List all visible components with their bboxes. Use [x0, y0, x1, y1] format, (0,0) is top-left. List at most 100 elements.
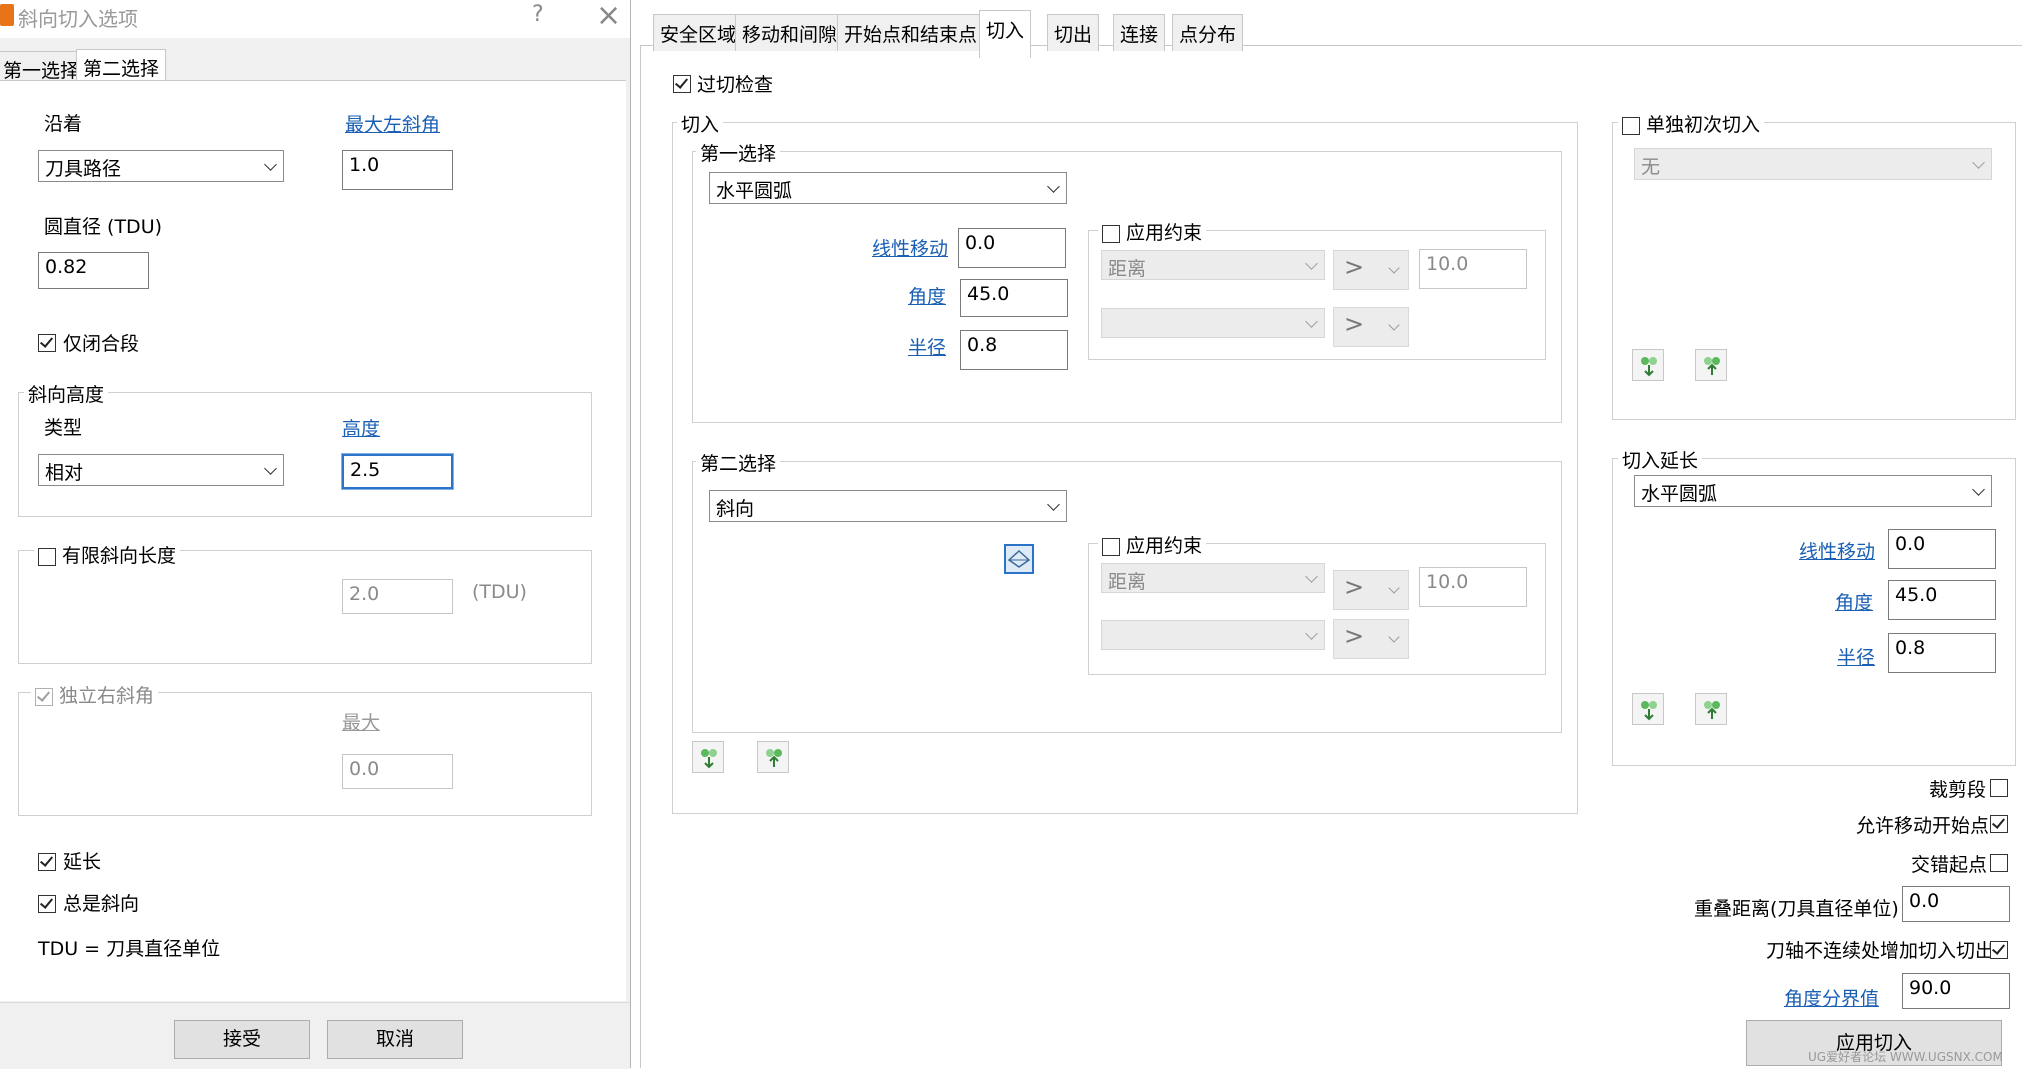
tab-moves-and-gaps[interactable]: 移动和间隙: [735, 14, 845, 51]
extension-linear-move-input[interactable]: 0.0: [1888, 529, 1996, 569]
always-ramp-checkbox[interactable]: [38, 892, 56, 914]
second-apply-constraint-checkbox[interactable]: [1102, 537, 1120, 556]
first-constraint-value-input[interactable]: 10.0: [1419, 249, 1527, 289]
first-choice-type-select[interactable]: 水平圆弧: [709, 172, 1067, 204]
allow-move-start-checkbox[interactable]: [1990, 812, 2008, 834]
extension-radius-input[interactable]: 0.8: [1888, 633, 1996, 673]
separate-first-checkbox[interactable]: [1622, 116, 1640, 135]
second-choice-type-select[interactable]: 斜向: [709, 490, 1067, 522]
second-constraint-type-select[interactable]: 距离: [1101, 563, 1325, 593]
tab-point-distribution[interactable]: 点分布: [1172, 14, 1244, 51]
independent-right-checkbox[interactable]: [35, 687, 53, 706]
separate-first-select[interactable]: 无: [1634, 148, 1992, 180]
second-choice-type-value: 斜向: [716, 498, 755, 520]
first-constraint-op2-select[interactable]: >: [1333, 307, 1409, 347]
radius-link[interactable]: 半径: [908, 333, 946, 360]
second-constraint-type2-select[interactable]: [1101, 620, 1325, 650]
chevron-down-icon: [1305, 570, 1318, 583]
extension-linear-move-link[interactable]: 线性移动: [1799, 537, 1875, 564]
trim-segment-checkbox[interactable]: [1990, 776, 2008, 798]
tab-lead-out[interactable]: 切出: [1047, 14, 1100, 51]
chevron-down-icon: [1047, 180, 1060, 193]
ramp-preview-icon[interactable]: [1004, 544, 1034, 574]
max-left-ramp-link[interactable]: 最大左斜角: [345, 110, 440, 137]
extension-angle-input[interactable]: 45.0: [1888, 580, 1996, 620]
ramp-type-value: 相对: [45, 462, 84, 484]
ramp-height-title: 斜向高度: [24, 380, 109, 407]
trim-segment-label: 裁剪段: [1929, 779, 1987, 801]
dialog-titlebar: 斜向切入选项 ? ×: [0, 0, 630, 38]
gouge-check-label: 过切检查: [697, 74, 774, 96]
circle-diameter-input[interactable]: 0.82: [38, 252, 149, 289]
finite-length-input[interactable]: 2.0: [342, 579, 453, 614]
tab-start-end-points[interactable]: 开始点和结束点: [837, 14, 985, 51]
accept-button[interactable]: 接受: [174, 1020, 310, 1059]
first-constraint-op-select[interactable]: >: [1333, 250, 1409, 290]
extend-checkbox[interactable]: [38, 850, 56, 872]
ramp-type-select[interactable]: 相对: [38, 454, 284, 486]
finite-length-checkbox[interactable]: [38, 547, 56, 566]
close-button[interactable]: ×: [596, 0, 621, 33]
stagger-start-label: 交错起点: [1911, 854, 1988, 876]
finite-length-header: 有限斜向长度: [34, 541, 181, 568]
tab-safe-area[interactable]: 安全区域: [653, 14, 744, 51]
lead-in-title: 切入: [677, 110, 724, 137]
copy-from-first-lead-in-icon[interactable]: [1632, 349, 1664, 381]
extension-type-select[interactable]: 水平圆弧: [1634, 475, 1992, 507]
along-select[interactable]: 刀具路径: [38, 150, 284, 182]
help-button[interactable]: ?: [532, 2, 544, 27]
axis-discontinuity-checkbox[interactable]: [1990, 938, 2008, 960]
extend-label: 延长: [63, 851, 102, 873]
tab-second-choice[interactable]: 第二选择: [76, 49, 167, 84]
first-constraint-type2-select[interactable]: [1101, 308, 1325, 338]
paste-to-extension-icon[interactable]: [1695, 693, 1727, 725]
extension-radius-link[interactable]: 半径: [1837, 643, 1875, 670]
copy-from-extension-icon[interactable]: [1632, 693, 1664, 725]
lead-in-extension-title: 切入延长: [1618, 446, 1703, 473]
first-apply-constraint-checkbox[interactable]: [1102, 224, 1120, 243]
second-constraint-value-input[interactable]: 10.0: [1419, 567, 1527, 607]
chevron-down-icon: [264, 462, 277, 475]
height-link[interactable]: 高度: [342, 414, 380, 441]
along-label: 沿着: [44, 113, 83, 135]
separate-first-label: 单独初次切入: [1646, 114, 1761, 136]
gouge-check-checkbox[interactable]: [673, 72, 691, 94]
chevron-down-icon: [1388, 262, 1400, 274]
overlap-distance-input[interactable]: 0.0: [1902, 886, 2010, 922]
linear-move-link[interactable]: 线性移动: [872, 234, 948, 261]
independent-right-group: [18, 692, 592, 816]
angle-threshold-input[interactable]: 90.0: [1902, 973, 2010, 1009]
separate-first-header: 单独初次切入: [1618, 110, 1765, 137]
max-right-ramp-link[interactable]: 最大: [342, 708, 380, 735]
copy-from-lead-in-icon[interactable]: [692, 741, 724, 773]
paste-to-lead-in-icon[interactable]: [757, 741, 789, 773]
greater-than-icon: >: [1344, 573, 1365, 601]
cancel-button[interactable]: 取消: [327, 1020, 463, 1059]
closed-only-checkbox[interactable]: [38, 331, 56, 353]
angle-link[interactable]: 角度: [908, 282, 946, 309]
radius-input[interactable]: 0.8: [960, 330, 1068, 370]
height-input[interactable]: 2.5: [341, 453, 454, 490]
dialog-title: 斜向切入选项: [18, 7, 138, 31]
paste-to-first-lead-in-icon[interactable]: [1695, 349, 1727, 381]
second-constraint-header: 应用约束: [1098, 531, 1207, 558]
linear-move-input[interactable]: 0.0: [958, 228, 1066, 268]
max-right-ramp-input[interactable]: 0.0: [342, 754, 453, 789]
allow-move-start-label: 允许移动开始点: [1856, 815, 1990, 837]
first-constraint-type-select[interactable]: 距离: [1101, 250, 1325, 280]
stagger-start-checkbox[interactable]: [1990, 851, 2008, 873]
extension-angle-link[interactable]: 角度: [1835, 588, 1873, 615]
chevron-down-icon: [1388, 319, 1400, 331]
tab-lead-in[interactable]: 切入: [979, 10, 1032, 58]
angle-threshold-link[interactable]: 角度分界值: [1784, 984, 1879, 1011]
max-left-ramp-input[interactable]: 1.0: [342, 150, 453, 190]
second-constraint-op2-select[interactable]: >: [1333, 619, 1409, 659]
first-choice-type-value: 水平圆弧: [716, 180, 793, 202]
second-choice-title: 第二选择: [696, 449, 781, 476]
greater-than-icon: >: [1344, 622, 1365, 650]
watermark: UG爱好者论坛 WWW.UGSNX.COM: [1808, 1050, 2003, 1064]
chevron-down-icon: [1388, 582, 1400, 594]
angle-input[interactable]: 45.0: [960, 279, 1068, 317]
tab-links[interactable]: 连接: [1113, 14, 1166, 51]
second-constraint-op-select[interactable]: >: [1333, 570, 1409, 610]
